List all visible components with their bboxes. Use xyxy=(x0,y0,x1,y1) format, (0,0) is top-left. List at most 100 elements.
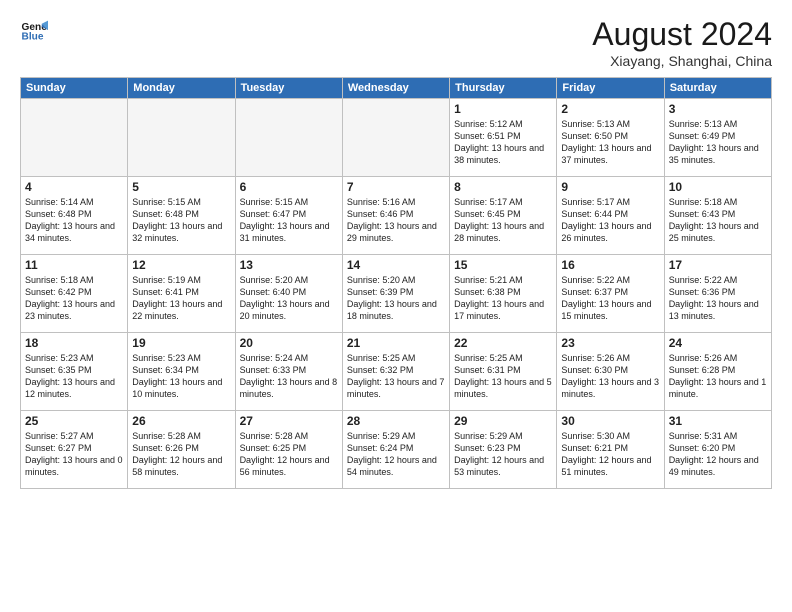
table-row: 10 Sunrise: 5:18 AMSunset: 6:43 PMDayligh… xyxy=(664,177,771,255)
day-number: 22 xyxy=(454,336,552,350)
logo-icon: General Blue xyxy=(20,16,48,44)
calendar-table: Sunday Monday Tuesday Wednesday Thursday… xyxy=(20,77,772,489)
calendar-week-row: 25 Sunrise: 5:27 AMSunset: 6:27 PMDayligh… xyxy=(21,411,772,489)
col-sunday: Sunday xyxy=(21,78,128,99)
table-row: 12 Sunrise: 5:19 AMSunset: 6:41 PMDayligh… xyxy=(128,255,235,333)
table-row: 17Sunrise: 5:22 AMSunset: 6:36 PMDayligh… xyxy=(664,255,771,333)
table-row: 3 Sunrise: 5:13 AMSunset: 6:49 PMDaylight… xyxy=(664,99,771,177)
day-number: 16 xyxy=(561,258,659,272)
col-saturday: Saturday xyxy=(664,78,771,99)
table-row: 26 Sunrise: 5:28 AMSunset: 6:26 PMDayligh… xyxy=(128,411,235,489)
page-header: General Blue August 2024 Xiayang, Shangh… xyxy=(20,16,772,69)
calendar-week-row: 4Sunrise: 5:14 AMSunset: 6:48 PMDaylight… xyxy=(21,177,772,255)
day-info: Sunrise: 5:21 AMSunset: 6:38 PMDaylight:… xyxy=(454,274,552,323)
calendar-week-row: 11 Sunrise: 5:18 AMSunset: 6:42 PMDayligh… xyxy=(21,255,772,333)
day-info: Sunrise: 5:22 AMSunset: 6:37 PMDaylight:… xyxy=(561,274,659,323)
day-info: Sunrise: 5:29 AMSunset: 6:23 PMDaylight:… xyxy=(454,430,552,479)
day-info: Sunrise: 5:16 AMSunset: 6:46 PMDaylight:… xyxy=(347,196,445,245)
day-number: 19 xyxy=(132,336,230,350)
table-row: 27 Sunrise: 5:28 AMSunset: 6:25 PMDayligh… xyxy=(235,411,342,489)
table-row: 5Sunrise: 5:15 AMSunset: 6:48 PMDaylight… xyxy=(128,177,235,255)
day-info: Sunrise: 5:15 AMSunset: 6:48 PMDaylight:… xyxy=(132,196,230,245)
table-row: 6Sunrise: 5:15 AMSunset: 6:47 PMDaylight… xyxy=(235,177,342,255)
day-info: Sunrise: 5:12 AMSunset: 6:51 PMDaylight:… xyxy=(454,118,552,167)
day-number: 27 xyxy=(240,414,338,428)
day-number: 11 xyxy=(25,258,123,272)
day-number: 3 xyxy=(669,102,767,116)
day-info: Sunrise: 5:17 AMSunset: 6:45 PMDaylight:… xyxy=(454,196,552,245)
day-info: Sunrise: 5:22 AMSunset: 6:36 PMDaylight:… xyxy=(669,274,767,323)
table-row: 24Sunrise: 5:26 AMSunset: 6:28 PMDayligh… xyxy=(664,333,771,411)
day-number: 2 xyxy=(561,102,659,116)
col-tuesday: Tuesday xyxy=(235,78,342,99)
day-info: Sunrise: 5:29 AMSunset: 6:24 PMDaylight:… xyxy=(347,430,445,479)
table-row: 8 Sunrise: 5:17 AMSunset: 6:45 PMDaylight… xyxy=(450,177,557,255)
table-row: 30 Sunrise: 5:30 AMSunset: 6:21 PMDayligh… xyxy=(557,411,664,489)
table-row: 15 Sunrise: 5:21 AMSunset: 6:38 PMDayligh… xyxy=(450,255,557,333)
location: Xiayang, Shanghai, China xyxy=(592,53,772,69)
col-wednesday: Wednesday xyxy=(342,78,449,99)
table-row: 21 Sunrise: 5:25 AMSunset: 6:32 PMDayligh… xyxy=(342,333,449,411)
day-number: 23 xyxy=(561,336,659,350)
day-number: 30 xyxy=(561,414,659,428)
day-number: 15 xyxy=(454,258,552,272)
title-block: August 2024 Xiayang, Shanghai, China xyxy=(592,16,772,69)
day-info: Sunrise: 5:26 AMSunset: 6:30 PMDaylight:… xyxy=(561,352,659,401)
day-number: 21 xyxy=(347,336,445,350)
col-thursday: Thursday xyxy=(450,78,557,99)
day-info: Sunrise: 5:18 AMSunset: 6:43 PMDaylight:… xyxy=(669,196,767,245)
day-number: 10 xyxy=(669,180,767,194)
day-number: 12 xyxy=(132,258,230,272)
day-number: 28 xyxy=(347,414,445,428)
table-row: 25 Sunrise: 5:27 AMSunset: 6:27 PMDayligh… xyxy=(21,411,128,489)
day-info: Sunrise: 5:26 AMSunset: 6:28 PMDaylight:… xyxy=(669,352,767,401)
table-row: 4Sunrise: 5:14 AMSunset: 6:48 PMDaylight… xyxy=(21,177,128,255)
day-info: Sunrise: 5:25 AMSunset: 6:32 PMDaylight:… xyxy=(347,352,445,401)
day-number: 7 xyxy=(347,180,445,194)
table-row: 2 Sunrise: 5:13 AMSunset: 6:50 PMDaylight… xyxy=(557,99,664,177)
col-friday: Friday xyxy=(557,78,664,99)
day-number: 8 xyxy=(454,180,552,194)
day-info: Sunrise: 5:13 AMSunset: 6:49 PMDaylight:… xyxy=(669,118,767,167)
day-info: Sunrise: 5:27 AMSunset: 6:27 PMDaylight:… xyxy=(25,430,123,479)
table-row: 7 Sunrise: 5:16 AMSunset: 6:46 PMDaylight… xyxy=(342,177,449,255)
day-info: Sunrise: 5:23 AMSunset: 6:34 PMDaylight:… xyxy=(132,352,230,401)
table-row xyxy=(235,99,342,177)
table-row: 14Sunrise: 5:20 AMSunset: 6:39 PMDayligh… xyxy=(342,255,449,333)
day-info: Sunrise: 5:20 AMSunset: 6:40 PMDaylight:… xyxy=(240,274,338,323)
table-row: 20Sunrise: 5:24 AMSunset: 6:33 PMDayligh… xyxy=(235,333,342,411)
logo: General Blue xyxy=(20,16,48,44)
day-info: Sunrise: 5:19 AMSunset: 6:41 PMDaylight:… xyxy=(132,274,230,323)
day-number: 29 xyxy=(454,414,552,428)
calendar-week-row: 1Sunrise: 5:12 AMSunset: 6:51 PMDaylight… xyxy=(21,99,772,177)
day-number: 25 xyxy=(25,414,123,428)
day-info: Sunrise: 5:14 AMSunset: 6:48 PMDaylight:… xyxy=(25,196,123,245)
day-info: Sunrise: 5:20 AMSunset: 6:39 PMDaylight:… xyxy=(347,274,445,323)
table-row: 16 Sunrise: 5:22 AMSunset: 6:37 PMDayligh… xyxy=(557,255,664,333)
table-row: 28 Sunrise: 5:29 AMSunset: 6:24 PMDayligh… xyxy=(342,411,449,489)
table-row: 11 Sunrise: 5:18 AMSunset: 6:42 PMDayligh… xyxy=(21,255,128,333)
day-number: 13 xyxy=(240,258,338,272)
day-number: 20 xyxy=(240,336,338,350)
day-info: Sunrise: 5:28 AMSunset: 6:26 PMDaylight:… xyxy=(132,430,230,479)
day-number: 26 xyxy=(132,414,230,428)
month-title: August 2024 xyxy=(592,16,772,53)
day-info: Sunrise: 5:28 AMSunset: 6:25 PMDaylight:… xyxy=(240,430,338,479)
table-row: 13 Sunrise: 5:20 AMSunset: 6:40 PMDayligh… xyxy=(235,255,342,333)
table-row: 18Sunrise: 5:23 AMSunset: 6:35 PMDayligh… xyxy=(21,333,128,411)
day-info: Sunrise: 5:17 AMSunset: 6:44 PMDaylight:… xyxy=(561,196,659,245)
table-row: 19 Sunrise: 5:23 AMSunset: 6:34 PMDayligh… xyxy=(128,333,235,411)
day-info: Sunrise: 5:31 AMSunset: 6:20 PMDaylight:… xyxy=(669,430,767,479)
table-row xyxy=(21,99,128,177)
table-row: 9Sunrise: 5:17 AMSunset: 6:44 PMDaylight… xyxy=(557,177,664,255)
day-info: Sunrise: 5:30 AMSunset: 6:21 PMDaylight:… xyxy=(561,430,659,479)
svg-text:Blue: Blue xyxy=(22,31,44,42)
table-row xyxy=(342,99,449,177)
day-info: Sunrise: 5:18 AMSunset: 6:42 PMDaylight:… xyxy=(25,274,123,323)
col-monday: Monday xyxy=(128,78,235,99)
day-info: Sunrise: 5:15 AMSunset: 6:47 PMDaylight:… xyxy=(240,196,338,245)
table-row: 23 Sunrise: 5:26 AMSunset: 6:30 PMDayligh… xyxy=(557,333,664,411)
calendar-week-row: 18Sunrise: 5:23 AMSunset: 6:35 PMDayligh… xyxy=(21,333,772,411)
table-row: 29 Sunrise: 5:29 AMSunset: 6:23 PMDayligh… xyxy=(450,411,557,489)
day-info: Sunrise: 5:13 AMSunset: 6:50 PMDaylight:… xyxy=(561,118,659,167)
